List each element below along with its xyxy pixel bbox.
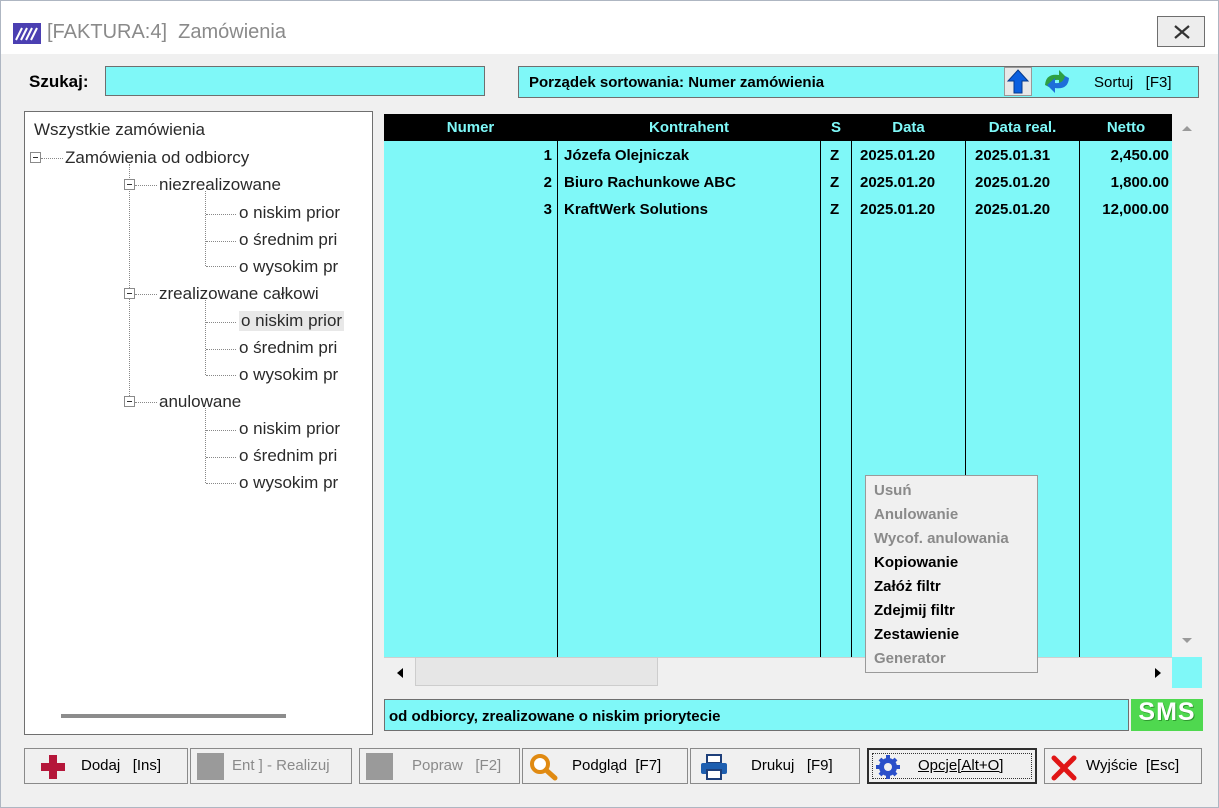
- header-data[interactable]: Data: [852, 119, 965, 136]
- search-input[interactable]: [105, 66, 485, 96]
- cell-netto: 2,450.00: [1110, 147, 1169, 164]
- cell-netto: 12,000.00: [1102, 201, 1169, 218]
- gear-icon: [876, 755, 900, 779]
- tree-item-section-3[interactable]: anulowane: [159, 392, 241, 412]
- menu-item-zaloz-filtr[interactable]: Załóż filtr: [874, 578, 941, 595]
- menu-item-zestawienie[interactable]: Zestawienie: [874, 626, 959, 643]
- plus-icon: [41, 755, 65, 779]
- tree-item-s1-mid[interactable]: o średnim pri: [239, 230, 337, 250]
- title-bar: [FAKTURA:4] Zamówienia: [1, 1, 1218, 54]
- close-button[interactable]: [1157, 16, 1205, 47]
- cell-numer: 1: [543, 147, 552, 164]
- cell-data-real: 2025.01.20: [975, 201, 1051, 218]
- app-logo-icon: [13, 23, 41, 44]
- close-x-icon: [1174, 25, 1190, 39]
- menu-item-generator[interactable]: Generator: [874, 650, 946, 667]
- tree-item-s3-high[interactable]: o wysokim pr: [239, 473, 338, 493]
- edit-button-label: Popraw [F2]: [412, 757, 502, 774]
- context-menu: [865, 475, 1038, 673]
- sort-toggle-icon[interactable]: [1039, 67, 1075, 96]
- menu-item-zdejmij-filtr[interactable]: Zdejmij filtr: [874, 602, 955, 619]
- filter-tree: Wszystkie zamówienia Zamówienia od odbio…: [25, 112, 372, 702]
- sort-button[interactable]: Sortuj [F3]: [1094, 74, 1172, 91]
- cell-data: 2025.01.20: [860, 147, 936, 164]
- cell-data: 2025.01.20: [860, 201, 936, 218]
- menu-item-anulowanie[interactable]: Anulowanie: [874, 506, 958, 523]
- column-divider: [851, 114, 852, 657]
- cell-kontrahent: KraftWerk Solutions: [564, 201, 708, 218]
- column-divider: [557, 114, 558, 657]
- sms-label: SMS: [1138, 698, 1196, 726]
- edit-icon: [366, 753, 393, 780]
- exit-button-label: Wyjście [Esc]: [1086, 757, 1180, 774]
- cell-data-real: 2025.01.31: [975, 147, 1051, 164]
- tree-expander-section-1[interactable]: [124, 179, 135, 190]
- scroll-right-icon[interactable]: [1154, 667, 1162, 679]
- menu-item-kopiowanie[interactable]: Kopiowanie: [874, 554, 958, 571]
- main-window: [FAKTURA:4] Zamówienia Szukaj: Porządek …: [0, 0, 1219, 808]
- tree-item-group[interactable]: Zamówienia od odbiorcy: [65, 148, 249, 168]
- header-data-real[interactable]: Data real.: [966, 119, 1079, 136]
- tree-item-s2-high[interactable]: o wysokim pr: [239, 365, 338, 385]
- status-text: od odbiorcy, zrealizowane o niskim prior…: [389, 708, 721, 725]
- tree-item-s1-high[interactable]: o wysokim pr: [239, 257, 338, 277]
- cell-numer: 3: [543, 201, 552, 218]
- scroll-up-icon[interactable]: [1181, 124, 1193, 132]
- exit-x-icon: [1051, 755, 1077, 781]
- scroll-thumb[interactable]: [415, 657, 658, 686]
- menu-item-usun[interactable]: Usuń: [874, 482, 912, 499]
- search-label: Szukaj:: [29, 72, 89, 91]
- tree-item-root[interactable]: Wszystkie zamówienia: [34, 120, 205, 140]
- grid-vertical-scrollbar[interactable]: [1172, 114, 1202, 657]
- tree-item-s3-low[interactable]: o niskim prior: [239, 419, 340, 439]
- scroll-left-icon[interactable]: [396, 667, 404, 679]
- tree-expander-group[interactable]: [30, 152, 41, 163]
- preview-button-label: Podgląd [F7]: [572, 757, 662, 774]
- add-button-label: Dodaj [Ins]: [81, 757, 162, 774]
- cell-netto: 1,800.00: [1110, 174, 1169, 191]
- tree-item-s3-mid[interactable]: o średnim pri: [239, 446, 337, 466]
- tree-expander-section-2[interactable]: [124, 288, 135, 299]
- cell-s: Z: [830, 147, 840, 164]
- tree-expander-section-3[interactable]: [124, 396, 135, 407]
- magnifier-icon: [530, 754, 558, 781]
- tree-item-s2-low-selected[interactable]: o niskim prior: [239, 311, 345, 331]
- tree-item-s1-low[interactable]: o niskim prior: [239, 203, 340, 223]
- window-title: [FAKTURA:4] Zamówienia: [47, 21, 286, 43]
- cell-numer: 2: [543, 174, 552, 191]
- tree-item-section-1[interactable]: niezrealizowane: [159, 175, 281, 195]
- menu-item-wycof-anulowania[interactable]: Wycof. anulowania: [874, 530, 1009, 547]
- header-kontrahent[interactable]: Kontrahent: [558, 119, 820, 136]
- column-divider: [820, 114, 821, 657]
- cell-data-real: 2025.01.20: [975, 174, 1051, 191]
- sort-order-text: Porządek sortowania: Numer zamówienia: [529, 74, 825, 91]
- tree-horizontal-scrollbar[interactable]: [61, 714, 286, 718]
- tree-item-section-2[interactable]: zrealizowane całkowi: [159, 284, 319, 304]
- cell-s: Z: [830, 201, 840, 218]
- cell-kontrahent: Biuro Rachunkowe ABC: [564, 174, 736, 191]
- cell-data: 2025.01.20: [860, 174, 936, 191]
- sort-ascending-icon[interactable]: [1004, 67, 1032, 96]
- realize-icon: [197, 753, 224, 780]
- realize-button-label: Ent ] - Realizuj: [232, 757, 330, 774]
- tree-item-s2-mid[interactable]: o średnim pri: [239, 338, 337, 358]
- cell-kontrahent: Józefa Olejniczak: [564, 147, 690, 164]
- header-numer[interactable]: Numer: [384, 119, 557, 136]
- scroll-down-icon[interactable]: [1181, 637, 1193, 645]
- header-netto[interactable]: Netto: [1080, 119, 1172, 136]
- cell-s: Z: [830, 174, 840, 191]
- print-button-label: Drukuj [F9]: [751, 757, 833, 774]
- options-button-label: Opcje[Alt+O]: [918, 757, 1004, 774]
- column-divider: [1079, 114, 1080, 657]
- header-s[interactable]: S: [821, 119, 851, 136]
- printer-icon: [701, 754, 727, 780]
